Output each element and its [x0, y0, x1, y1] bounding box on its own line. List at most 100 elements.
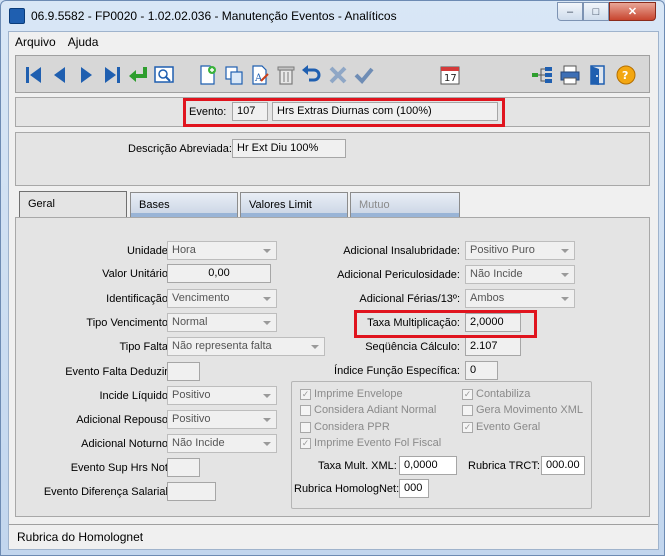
delete-icon[interactable]: [274, 63, 298, 87]
evento-geral-checkbox[interactable]: ✓ Evento Geral: [462, 421, 540, 433]
chevron-down-icon: [561, 249, 569, 253]
contabiliza-checkbox[interactable]: ✓ Contabiliza: [462, 388, 530, 400]
ferias-select[interactable]: Ambos: [465, 289, 575, 308]
rename-icon[interactable]: A: [248, 63, 272, 87]
insalubridade-label: Adicional Insalubridade:: [343, 245, 460, 257]
close-button[interactable]: ✕: [609, 2, 656, 21]
imprime-envelope-checkbox[interactable]: ✓ Imprime Envelope: [300, 388, 403, 400]
taxa-xml-field[interactable]: 0,0000: [399, 456, 457, 475]
sequencia-field[interactable]: 2.107: [465, 337, 521, 356]
unidade-select[interactable]: Hora: [167, 241, 277, 260]
svg-text:A: A: [254, 73, 263, 84]
rubrica-homolog-field[interactable]: 000: [399, 479, 429, 498]
help-mark: ?: [622, 69, 628, 82]
insalubridade-value: Positivo Puro: [470, 244, 535, 256]
incide-liquido-select[interactable]: Positivo: [167, 386, 277, 405]
tab-geral-label: Geral: [28, 198, 55, 210]
chevron-down-icon: [263, 394, 271, 398]
empty-checkbox-icon: [300, 404, 311, 416]
calendar-day: 17: [444, 73, 457, 84]
cancel-icon[interactable]: [326, 63, 350, 87]
descricao-field[interactable]: Hr Ext Diu 100%: [232, 139, 346, 158]
help-icon[interactable]: ?: [614, 63, 638, 87]
next-record-icon[interactable]: [74, 63, 98, 87]
print-icon[interactable]: [558, 63, 582, 87]
tab-geral[interactable]: Geral: [19, 191, 127, 218]
considera-ppr-checkbox[interactable]: Considera PPR: [300, 421, 390, 433]
new-document-icon[interactable]: [196, 63, 220, 87]
contabiliza-label: Contabiliza: [476, 388, 531, 400]
tree-icon[interactable]: [530, 63, 554, 87]
minimize-button[interactable]: –: [557, 2, 583, 21]
toolbar: A 17 ?: [15, 55, 650, 93]
identificacao-select[interactable]: Vencimento: [167, 289, 277, 308]
client-area: Arquivo Ajuda A 17 ? Evento: 107 Hrs Ext…: [8, 31, 659, 550]
evento-geral-label: Evento Geral: [476, 421, 541, 433]
considera-adiant-label: Considera Adiant Normal: [314, 404, 437, 416]
insalubridade-select[interactable]: Positivo Puro: [465, 241, 575, 260]
evento-diferenca-field[interactable]: [167, 482, 216, 501]
tipo-vencimento-select[interactable]: Normal: [167, 313, 277, 332]
menu-ajuda[interactable]: Ajuda: [62, 35, 105, 49]
return-icon[interactable]: [126, 63, 150, 87]
checkmark-icon: ✓: [300, 388, 311, 400]
maximize-button[interactable]: □: [583, 2, 609, 21]
menu-bar: Arquivo Ajuda: [9, 32, 658, 51]
search-icon[interactable]: [152, 63, 176, 87]
rubrica-trct-field[interactable]: 000.00: [541, 456, 585, 475]
valor-unitario-field[interactable]: 0,00: [167, 264, 271, 283]
identificacao-value: Vencimento: [172, 292, 230, 304]
descricao-label: Descrição Abreviada:: [128, 143, 232, 155]
rubrica-trct-label: Rubrica TRCT:: [468, 460, 540, 472]
tab-valores-label: Valores Limit: [249, 199, 312, 211]
tab-bases-label: Bases: [139, 199, 170, 211]
periculosidade-select[interactable]: Não Incide: [465, 265, 575, 284]
adicional-repouso-select[interactable]: Positivo: [167, 410, 277, 429]
taxa-xml-label: Taxa Mult. XML:: [318, 460, 397, 472]
status-text: Rubrica do Homolognet: [17, 530, 144, 544]
considera-adiant-checkbox[interactable]: Considera Adiant Normal: [300, 404, 436, 416]
evento-sup-label: Evento Sup Hrs Not:: [70, 462, 171, 474]
empty-checkbox-icon: [462, 404, 473, 416]
menu-arquivo[interactable]: Arquivo: [9, 35, 62, 49]
chevron-down-icon: [263, 442, 271, 446]
tab-mutuo-label: Mutuo: [359, 199, 390, 211]
evento-sup-field[interactable]: [167, 458, 200, 477]
considera-ppr-label: Considera PPR: [314, 421, 390, 433]
sequencia-label: Seqüência Cálculo:: [365, 341, 460, 353]
last-record-icon[interactable]: [100, 63, 124, 87]
copy-icon[interactable]: [222, 63, 246, 87]
calendar-icon[interactable]: 17: [438, 63, 462, 87]
adicional-noturno-value: Não Incide: [172, 437, 225, 449]
descricao-panel: Descrição Abreviada: Hr Ext Diu 100%: [15, 132, 650, 186]
evento-falta-field[interactable]: [167, 362, 200, 381]
chevron-down-icon: [263, 418, 271, 422]
tipo-falta-label: Tipo Falta:: [119, 341, 171, 353]
exit-door-icon[interactable]: [586, 63, 610, 87]
chevron-down-icon: [263, 297, 271, 301]
imprime-fol-label: Imprime Evento Fol Fiscal: [314, 437, 442, 449]
tab-valores-limit[interactable]: Valores Limit: [240, 192, 348, 217]
gera-movimento-checkbox[interactable]: Gera Movimento XML: [462, 404, 583, 416]
window-title: 06.9.5582 - FP0020 - 1.02.02.036 - Manut…: [31, 9, 397, 23]
indice-field[interactable]: 0: [465, 361, 498, 380]
app-icon: [9, 8, 25, 24]
adicional-noturno-select[interactable]: Não Incide: [167, 434, 277, 453]
undo-icon[interactable]: [300, 63, 324, 87]
tab-bases[interactable]: Bases: [130, 192, 238, 217]
tipo-falta-select[interactable]: Não representa falta: [167, 337, 325, 356]
evento-falta-label: Evento Falta Deduzir:: [65, 366, 171, 378]
evento-diferenca-label: Evento Diferença Salarial:: [43, 486, 171, 498]
chevron-down-icon: [561, 297, 569, 301]
first-record-icon[interactable]: [22, 63, 46, 87]
chevron-down-icon: [263, 249, 271, 253]
imprime-fol-checkbox[interactable]: ✓ Imprime Evento Fol Fiscal: [300, 437, 441, 449]
title-bar[interactable]: 06.9.5582 - FP0020 - 1.02.02.036 - Manut…: [1, 1, 664, 31]
checkmark-icon: ✓: [300, 437, 311, 449]
periculosidade-value: Não Incide: [470, 268, 523, 280]
tipo-vencimento-label: Tipo Vencimento:: [86, 317, 171, 329]
taxa-highlight: [354, 310, 537, 338]
previous-record-icon[interactable]: [48, 63, 72, 87]
confirm-icon[interactable]: [352, 63, 376, 87]
unidade-value: Hora: [172, 244, 196, 256]
